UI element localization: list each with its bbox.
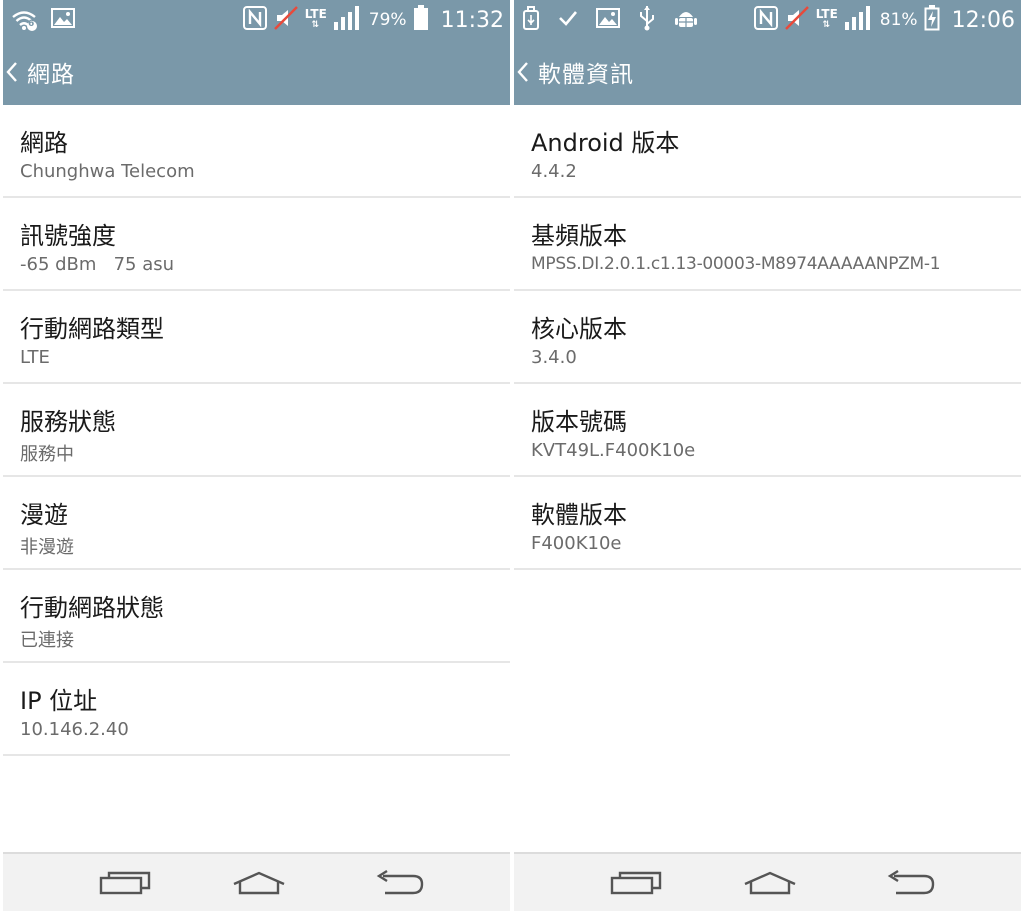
nfc-icon <box>753 6 778 34</box>
usb-debug-icon <box>522 6 540 34</box>
list-item-network[interactable]: 網路 Chunghwa Telecom <box>3 105 510 198</box>
check-icon <box>558 9 578 31</box>
signal-icon <box>333 5 363 35</box>
list-item-network-type[interactable]: 行動網路類型 LTE <box>3 291 510 384</box>
lte-icon: LTE ⇅ <box>815 7 838 30</box>
item-subtitle: LTE <box>20 347 50 368</box>
recent-apps-icon[interactable] <box>606 866 666 900</box>
wifi-icon: 6 <box>11 9 37 31</box>
item-title: 漫遊 <box>20 501 68 529</box>
battery-icon <box>413 5 429 35</box>
item-title: 訊號強度 <box>20 222 116 250</box>
item-title: 軟體版本 <box>531 501 627 529</box>
list-item-android-version[interactable]: Android 版本 4.4.2 <box>514 105 1021 198</box>
item-subtitle: F400K10e <box>531 533 622 554</box>
list-item-signal-strength[interactable]: 訊號強度 -65 dBm 75 asu <box>3 198 510 291</box>
item-title: 核心版本 <box>531 315 627 343</box>
item-title: 行動網路類型 <box>20 315 164 343</box>
action-bar: LTE ⇅ 81% 12:06 軟體資訊 <box>514 0 1021 105</box>
status-time: 11:32 <box>440 7 504 33</box>
picture-notification-icon <box>596 8 620 32</box>
page-title: 網路 <box>27 62 75 88</box>
item-subtitle: 已連接 <box>20 630 74 651</box>
status-bar: LTE ⇅ 81% 12:06 <box>514 0 1021 40</box>
list-item-kernel-version[interactable]: 核心版本 3.4.0 <box>514 291 1021 384</box>
item-title: 行動網路狀態 <box>20 594 164 622</box>
item-subtitle: 4.4.2 <box>531 161 577 182</box>
picture-notification-icon <box>51 8 75 32</box>
navigation-bar <box>514 852 1021 911</box>
settings-list: Android 版本 4.4.2 基頻版本 MPSS.DI.2.0.1.c1.1… <box>514 105 1021 570</box>
software-info-screen: LTE ⇅ 81% 12:06 軟體資訊 Android 版本 4.4.2 基頻… <box>514 0 1021 911</box>
status-bar: 6 LTE ⇅ 79% 11:32 <box>3 0 510 40</box>
status-time: 12:06 <box>951 7 1015 33</box>
list-item-ip-address[interactable]: IP 位址 10.146.2.40 <box>3 663 510 756</box>
action-bar: 6 LTE ⇅ 79% 11:32 網路 <box>3 0 510 105</box>
item-title: 版本號碼 <box>531 408 627 436</box>
recent-apps-icon[interactable] <box>95 866 155 900</box>
battery-percent: 79% <box>368 10 407 30</box>
item-subtitle: 10.146.2.40 <box>20 719 129 740</box>
list-item-build-number[interactable]: 版本號碼 KVT49L.F400K10e <box>514 384 1021 477</box>
network-screen: 6 LTE ⇅ 79% 11:32 網路 網路 Chunghwa Telecom… <box>3 0 510 911</box>
item-title: 服務狀態 <box>20 408 116 436</box>
chevron-left-icon[interactable] <box>3 59 21 85</box>
network-type-label: LTE <box>815 7 838 21</box>
item-subtitle: Chunghwa Telecom <box>20 161 195 182</box>
muted-icon <box>784 5 810 35</box>
wifi-badge: 6 <box>28 19 35 29</box>
usb-icon <box>638 5 656 35</box>
android-debug-icon <box>674 6 698 34</box>
item-subtitle: MPSS.DI.2.0.1.c1.13-00003-M8974AAAAANPZM… <box>531 254 941 274</box>
item-subtitle: 非漫遊 <box>20 537 74 558</box>
muted-icon <box>273 5 299 35</box>
list-item-network-state[interactable]: 行動網路狀態 已連接 <box>3 570 510 663</box>
item-title: 網路 <box>20 129 68 157</box>
home-icon[interactable] <box>740 866 800 900</box>
chevron-left-icon[interactable] <box>514 59 532 85</box>
battery-charging-icon <box>924 5 940 35</box>
item-subtitle: 3.4.0 <box>531 347 577 368</box>
item-subtitle: KVT49L.F400K10e <box>531 440 696 461</box>
list-item-service-state[interactable]: 服務狀態 服務中 <box>3 384 510 477</box>
battery-percent: 81% <box>879 10 918 30</box>
signal-icon <box>844 5 874 35</box>
list-item-roaming[interactable]: 漫遊 非漫遊 <box>3 477 510 570</box>
item-subtitle: 服務中 <box>20 444 74 465</box>
item-title: IP 位址 <box>20 687 98 715</box>
network-type-label: LTE <box>304 7 327 21</box>
settings-list: 網路 Chunghwa Telecom 訊號強度 -65 dBm 75 asu … <box>3 105 510 756</box>
list-item-software-version[interactable]: 軟體版本 F400K10e <box>514 477 1021 570</box>
item-title: 基頻版本 <box>531 222 627 250</box>
back-icon[interactable] <box>880 866 940 900</box>
list-item-baseband-version[interactable]: 基頻版本 MPSS.DI.2.0.1.c1.13-00003-M8974AAAA… <box>514 198 1021 291</box>
page-title: 軟體資訊 <box>538 62 634 88</box>
lte-icon: LTE ⇅ <box>304 7 327 30</box>
item-title: Android 版本 <box>531 129 680 157</box>
nfc-icon <box>242 6 267 34</box>
item-subtitle: -65 dBm 75 asu <box>20 254 175 275</box>
home-icon[interactable] <box>229 866 289 900</box>
back-icon[interactable] <box>369 866 429 900</box>
navigation-bar <box>3 852 510 911</box>
